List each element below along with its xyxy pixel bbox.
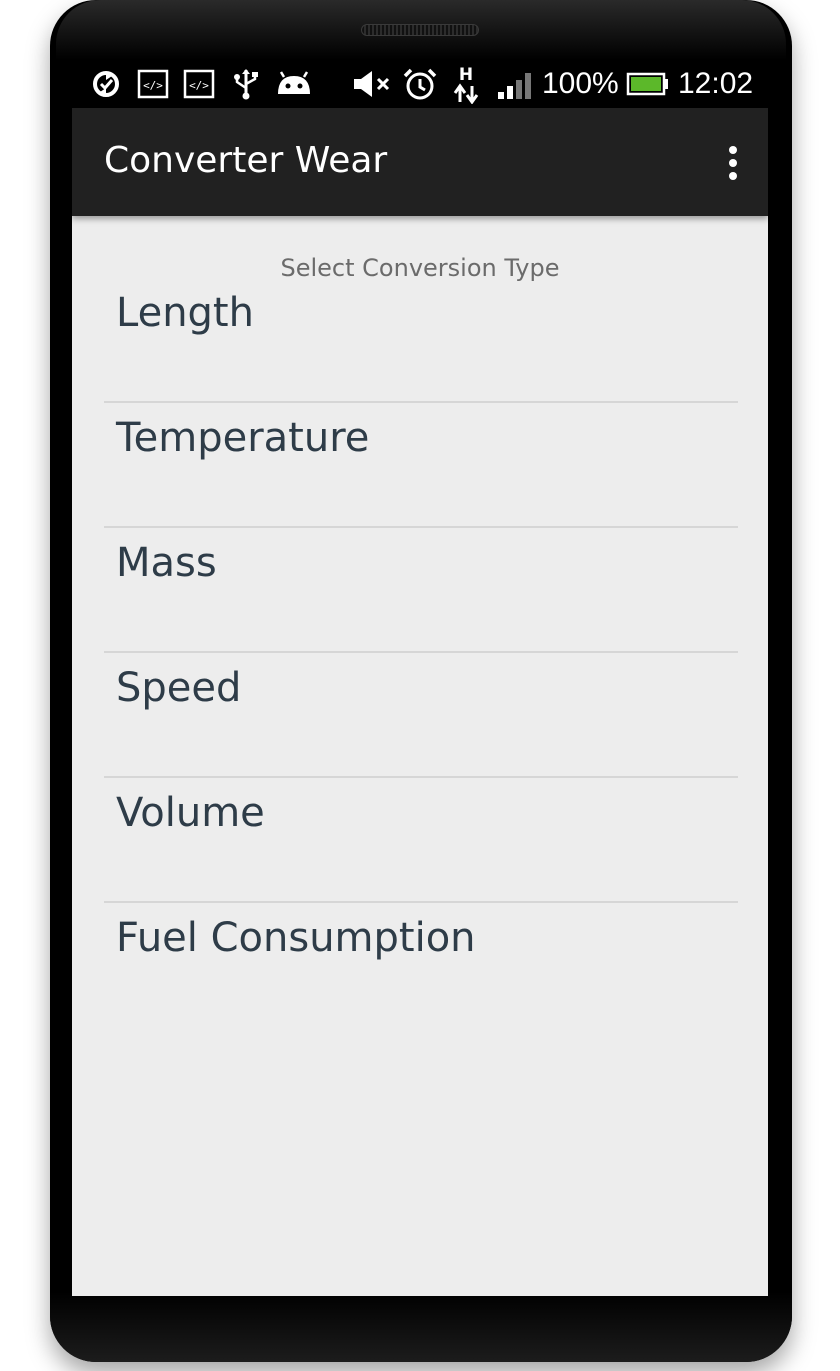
overflow-dot xyxy=(729,159,737,167)
list-item-speed[interactable]: Speed xyxy=(104,653,738,778)
sync-icon xyxy=(88,68,124,100)
list-item-label: Fuel Consumption xyxy=(116,915,476,961)
battery-percent: 100% xyxy=(542,67,619,100)
list-item-temperature[interactable]: Temperature xyxy=(104,403,738,528)
svg-text:</>: </> xyxy=(143,79,163,92)
alarm-icon xyxy=(402,68,438,100)
list-item-label: Mass xyxy=(116,540,217,586)
network-h-icon: H xyxy=(450,64,482,104)
overflow-menu-icon[interactable] xyxy=(712,142,754,184)
list-item-label: Length xyxy=(116,290,254,336)
svg-text:</>: </> xyxy=(189,79,209,92)
battery-icon xyxy=(626,68,670,100)
conversion-type-list: Length Temperature Mass Speed Volume Fue… xyxy=(104,278,738,1028)
code-icon: </> xyxy=(136,68,170,100)
screen: </> </> H 100% 12:02 Converter Wear Sele… xyxy=(72,60,768,1296)
earpiece-speaker xyxy=(361,24,479,36)
signal-icon xyxy=(496,68,536,100)
status-bar: </> </> H 100% 12:02 xyxy=(72,60,768,108)
list-item-label: Temperature xyxy=(116,415,370,461)
list-item-volume[interactable]: Volume xyxy=(104,778,738,903)
app-title: Converter Wear xyxy=(104,140,388,181)
svg-text:H: H xyxy=(459,65,473,85)
mute-icon xyxy=(352,68,394,100)
usb-icon xyxy=(230,68,262,100)
overflow-dot xyxy=(729,172,737,180)
list-item-label: Speed xyxy=(116,665,242,711)
android-icon xyxy=(274,68,314,100)
list-item-mass[interactable]: Mass xyxy=(104,528,738,653)
action-bar: Converter Wear xyxy=(72,108,768,216)
code-icon: </> xyxy=(182,68,216,100)
list-item-length[interactable]: Length xyxy=(104,278,738,403)
clock: 12:02 xyxy=(678,67,754,100)
list-item-fuel-consumption[interactable]: Fuel Consumption xyxy=(104,903,738,1028)
phone-frame-bottom xyxy=(50,1292,792,1362)
list-item-label: Volume xyxy=(116,790,265,836)
overflow-dot xyxy=(729,146,737,154)
